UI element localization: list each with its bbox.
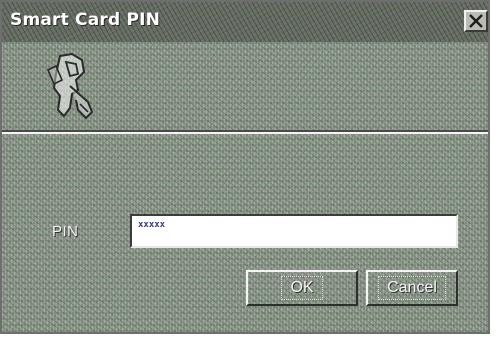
cancel-button[interactable]: Cancel bbox=[366, 270, 458, 306]
pin-input-value: xxxxx bbox=[138, 220, 166, 230]
header-separator bbox=[2, 130, 488, 134]
pin-input[interactable]: xxxxx bbox=[130, 214, 458, 248]
cancel-button-label: Cancel bbox=[378, 276, 446, 300]
smart-card-pin-dialog: Smart Card PIN PIN xxxxx OK Cancel bbox=[0, 0, 490, 334]
close-icon bbox=[469, 14, 483, 28]
smart-card-key-icon bbox=[46, 52, 94, 120]
ok-button[interactable]: OK bbox=[246, 270, 358, 306]
pin-label: PIN bbox=[52, 223, 79, 240]
title-bar[interactable]: Smart Card PIN bbox=[2, 2, 488, 42]
close-button[interactable] bbox=[464, 10, 488, 32]
window-title: Smart Card PIN bbox=[10, 10, 161, 30]
ok-button-label: OK bbox=[281, 276, 323, 300]
